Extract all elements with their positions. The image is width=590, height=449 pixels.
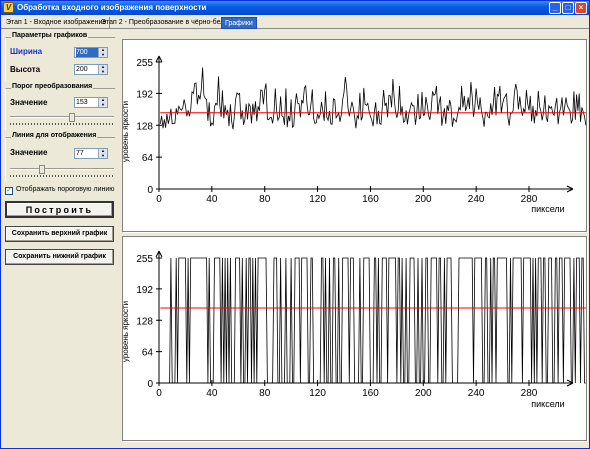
display-line-slider[interactable] bbox=[10, 165, 114, 177]
y-tick-label: 0 bbox=[147, 185, 153, 196]
top-chart: уровень яркости 0 40 80 120 160 200 240 280 0 64 1… bbox=[121, 39, 587, 232]
height-value[interactable]: 200 bbox=[76, 65, 98, 74]
height-spin-arrows[interactable]: ▲ ▼ bbox=[98, 64, 107, 74]
x-tick-label: 160 bbox=[362, 388, 379, 399]
display-line-spinner[interactable]: 77 ▲ ▼ bbox=[74, 148, 108, 159]
x-tick-label: 80 bbox=[259, 388, 271, 399]
x-tick-label: 80 bbox=[259, 194, 271, 205]
tab-stage1[interactable]: Этап 1 - Входное изображение bbox=[3, 17, 111, 29]
display-line-group: Линия для отображения Значение 77 ▲ ▼ bbox=[5, 132, 115, 181]
app-icon: V bbox=[3, 2, 14, 13]
width-label: Ширина bbox=[10, 47, 43, 56]
threshold-value[interactable]: 153 bbox=[76, 98, 98, 107]
display-line-value[interactable]: 77 bbox=[76, 149, 98, 158]
x-tick-label: 40 bbox=[206, 194, 218, 205]
x-axis-label: пиксели bbox=[531, 399, 564, 409]
show-threshold-label[interactable]: Отображать пороговую линию bbox=[16, 186, 115, 193]
threshold-slider-track bbox=[10, 116, 114, 118]
x-tick-label: 200 bbox=[415, 388, 432, 399]
left-panel: Параметры графиков Ширина 700 ▲ ▼ Высота … bbox=[1, 31, 118, 445]
threshold-slider[interactable] bbox=[10, 113, 114, 125]
x-tick-label: 240 bbox=[468, 388, 485, 399]
display-line-value-label: Значение bbox=[10, 148, 48, 157]
threshold-title: Порог преобразования bbox=[11, 83, 94, 90]
y-tick-label: 255 bbox=[136, 254, 153, 265]
window-title: Обработка входного изображения поверхнос… bbox=[17, 3, 207, 12]
threshold-spinner[interactable]: 153 ▲ ▼ bbox=[74, 97, 108, 108]
display-line-slider-ticks bbox=[10, 175, 114, 177]
tab-strip: Этап 1 - Входное изображение Этап 2 - Пр… bbox=[1, 15, 589, 29]
build-button[interactable]: Построить bbox=[5, 201, 114, 218]
title-bar[interactable]: V Обработка входного изображения поверхн… bbox=[1, 1, 589, 15]
threshold-group: Порог преобразования Значение 153 ▲ ▼ bbox=[5, 83, 115, 130]
x-tick-label: 200 bbox=[415, 194, 432, 205]
x-axis-label: пиксели bbox=[531, 204, 564, 214]
params-title: Параметры графиков bbox=[11, 32, 89, 39]
width-value[interactable]: 700 bbox=[76, 48, 98, 57]
tab-stage2[interactable]: Этап 2 - Преобразование в чёрно-белое bbox=[98, 17, 237, 29]
display-line-spin-arrows[interactable]: ▲ ▼ bbox=[98, 148, 107, 158]
width-spin-arrows[interactable]: ▲ ▼ bbox=[98, 47, 107, 57]
threshold-value-label: Значение bbox=[10, 98, 48, 107]
display-line-title: Линия для отображения bbox=[11, 132, 98, 139]
x-tick-label: 0 bbox=[156, 194, 162, 205]
display-line-slider-track bbox=[10, 168, 114, 170]
params-group: Параметры графиков Ширина 700 ▲ ▼ Высота … bbox=[5, 32, 115, 81]
maximize-button[interactable]: □ bbox=[562, 2, 574, 14]
width-spinner[interactable]: 700 ▲ ▼ bbox=[74, 47, 108, 58]
y-tick-label: 192 bbox=[136, 285, 153, 296]
main-window: V Обработка входного изображения поверхн… bbox=[0, 0, 590, 449]
minimize-button[interactable]: _ bbox=[549, 2, 561, 14]
show-threshold-checkbox-row[interactable]: ✓ Отображать пороговую линию bbox=[5, 186, 117, 197]
x-tick-label: 160 bbox=[362, 194, 379, 205]
x-tick-label: 0 bbox=[156, 388, 162, 399]
x-tick-label: 120 bbox=[309, 194, 326, 205]
y-tick-label: 64 bbox=[142, 153, 154, 164]
show-threshold-checkbox[interactable]: ✓ bbox=[5, 187, 13, 195]
signal-line bbox=[160, 257, 586, 384]
top-chart-svg: 0 40 80 120 160 200 240 280064128192255пиксели bbox=[136, 55, 587, 214]
threshold-slider-thumb[interactable] bbox=[68, 113, 75, 122]
x-tick-label: 280 bbox=[521, 388, 538, 399]
x-tick-label: 40 bbox=[206, 388, 218, 399]
threshold-slider-ticks bbox=[10, 123, 114, 125]
charts-area: уровень яркости 0 40 80 120 160 200 240 280 0 64 1… bbox=[119, 31, 588, 445]
display-line-slider-thumb[interactable] bbox=[39, 165, 46, 174]
bottom-chart: уровень яркости 0 40 80 120 160 200 240 280 0 64 1… bbox=[121, 236, 587, 441]
height-spinner[interactable]: 200 ▲ ▼ bbox=[74, 64, 108, 75]
y-tick-label: 255 bbox=[136, 58, 153, 69]
close-button[interactable]: × bbox=[575, 2, 587, 14]
x-tick-label: 240 bbox=[468, 194, 485, 205]
y-tick-label: 128 bbox=[136, 316, 153, 327]
y-tick-label: 0 bbox=[147, 379, 153, 390]
threshold-spin-arrows[interactable]: ▲ ▼ bbox=[98, 97, 107, 107]
save-top-chart-button[interactable]: Сохранить верхний график bbox=[5, 226, 114, 242]
x-tick-label: 120 bbox=[309, 388, 326, 399]
tab-graphs[interactable]: Графики bbox=[221, 17, 257, 29]
height-label: Высота bbox=[10, 65, 41, 74]
y-tick-label: 128 bbox=[136, 121, 153, 132]
y-tick-label: 192 bbox=[136, 89, 153, 100]
save-bottom-chart-button[interactable]: Сохранить нижний график bbox=[5, 249, 114, 265]
signal-line bbox=[159, 67, 587, 130]
bottom-chart-svg: 0 40 80 120 160 200 240 280 0 64 128 192 255 пиксели bbox=[136, 250, 586, 409]
y-tick-label: 64 bbox=[142, 348, 154, 359]
